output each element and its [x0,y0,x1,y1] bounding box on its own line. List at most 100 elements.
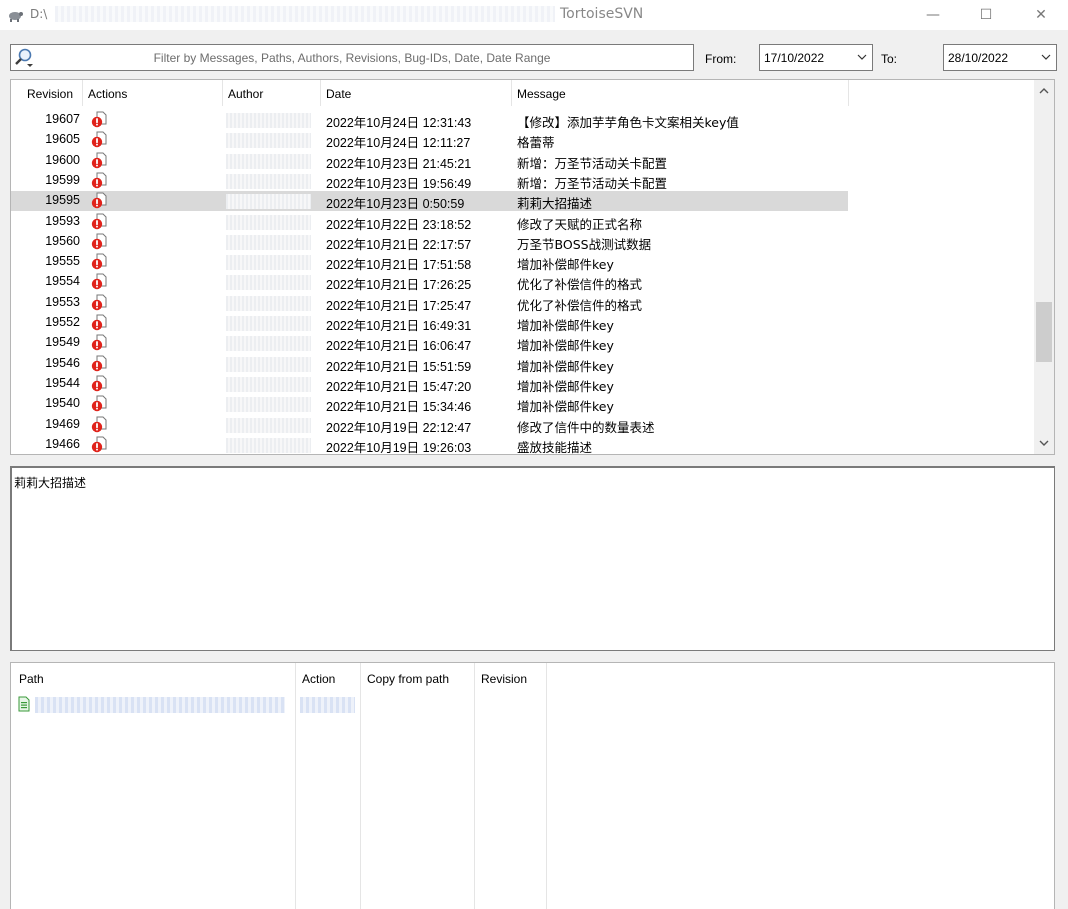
log-scrollbar[interactable] [1034,80,1054,454]
log-row[interactable]: 19600 2022年10月23日 21:45:21 新增：万圣节活动关卡配置 [11,151,1031,171]
row-date: 2022年10月23日 19:56:49 [326,176,472,191]
log-row[interactable]: 19552 2022年10月21日 16:49:31 增加补偿邮件key [11,313,1031,333]
redacted-author [226,417,311,433]
row-message: 增加补偿邮件key [517,358,614,374]
row-revision: 19607 [45,112,80,126]
log-row[interactable]: 19546 2022年10月21日 15:51:59 增加补偿邮件key [11,354,1031,374]
row-revision: 19554 [45,274,80,289]
log-row[interactable]: 19553 2022年10月21日 17:25:47 优化了补偿信件的格式 [11,293,1031,313]
column-revision[interactable]: Revision [11,80,83,106]
redacted-author [226,437,311,453]
log-row[interactable]: 19544 2022年10月21日 15:47:20 增加补偿邮件key [11,374,1031,394]
modified-icon [91,395,107,413]
row-date: 2022年10月24日 12:11:27 [326,136,471,151]
log-row[interactable]: 19560 2022年10月21日 22:17:57 万圣节BOSS战测试数据 [11,232,1031,252]
row-message: 新增：万圣节活动关卡配置 [517,175,668,191]
row-revision: 19593 [45,213,80,228]
redacted-author [226,214,311,230]
arrow-up-icon[interactable] [1034,82,1054,100]
column-actions[interactable]: Actions [83,80,223,106]
row-date: 2022年10月21日 15:51:59 [326,359,472,374]
close-button[interactable]: ✕ [1018,0,1064,30]
log-list[interactable]: Revision Actions Author Date Message 196… [10,79,1055,455]
from-date-picker[interactable]: 17/10/2022 [759,44,873,71]
row-revision: 19466 [45,436,80,451]
log-row[interactable]: 19593 2022年10月22日 23:18:52 修改了天赋的正式名称 [11,212,1031,232]
redacted-path [55,6,555,22]
row-message: 新增：万圣节活动关卡配置 [517,155,668,171]
log-row[interactable]: 19466 2022年10月19日 19:26:03 盛放技能描述 [11,435,1031,455]
to-date-picker[interactable]: 28/10/2022 [943,44,1057,71]
modified-icon [91,131,107,149]
message-pane[interactable]: 莉莉大招描述 [10,466,1055,651]
log-row[interactable]: 19540 2022年10月21日 15:34:46 增加补偿邮件key [11,394,1031,414]
row-date: 2022年10月21日 16:06:47 [326,339,472,354]
log-row[interactable]: 19595 2022年10月23日 0:50:59 莉莉大招描述 [11,191,1031,212]
row-date: 2022年10月21日 17:26:25 [326,278,472,293]
column-date[interactable]: Date [321,80,512,106]
row-revision: 19469 [45,416,80,431]
column-path-revision[interactable]: Revision [481,672,527,686]
row-date: 2022年10月21日 17:51:58 [326,258,472,273]
filter-bar: Filter by Messages, Paths, Authors, Revi… [0,36,1068,76]
column-copy-from-path[interactable]: Copy from path [367,672,449,686]
log-row[interactable]: 19605 2022年10月24日 12:11:27 格蕾蒂 [11,130,1031,150]
minimize-button[interactable]: — [910,0,956,30]
row-message: 优化了补偿信件的格式 [517,297,643,313]
maximize-button[interactable]: ☐ [963,0,1009,30]
redacted-author [226,275,311,291]
from-label: From: [705,52,737,66]
row-message: 修改了天赋的正式名称 [517,216,643,232]
redacted-author [226,295,311,311]
row-revision: 19595 [45,193,80,208]
arrow-down-icon[interactable] [1034,434,1054,452]
redacted-author [226,316,311,331]
scroll-thumb[interactable] [1036,302,1052,362]
row-message: 增加补偿邮件key [517,378,614,394]
filter-input[interactable]: Filter by Messages, Paths, Authors, Revi… [10,44,694,71]
row-date: 2022年10月21日 15:47:20 [326,379,472,394]
row-date: 2022年10月21日 17:25:47 [326,298,472,313]
modified-icon [91,192,107,210]
modified-icon [91,172,107,190]
log-row[interactable]: 19607 2022年10月24日 12:31:43 【修改】添加芋芋角色卡文案相关… [11,110,1031,130]
column-message[interactable]: Message [512,80,849,106]
row-message: 增加补偿邮件key [517,318,614,333]
row-date: 2022年10月23日 21:45:21 [326,156,472,171]
chevron-down-icon[interactable] [1040,51,1052,63]
title-bar: D:\ TortoiseSVN — ☐ ✕ [0,0,1068,30]
column-author[interactable]: Author [223,80,321,106]
path-row[interactable] [11,695,611,715]
row-date: 2022年10月23日 0:50:59 [326,197,465,212]
redacted-author [226,255,311,271]
tortoise-icon [7,8,23,22]
modified-icon [91,416,107,434]
row-revision: 19540 [45,396,80,411]
row-message: 增加补偿邮件key [517,399,614,415]
row-message: 盛放技能描述 [517,439,593,455]
chevron-down-icon[interactable] [856,51,868,63]
log-row[interactable]: 19599 2022年10月23日 19:56:49 新增：万圣节活动关卡配置 [11,171,1031,191]
row-date: 2022年10月21日 15:34:46 [326,400,472,415]
row-date: 2022年10月21日 22:17:57 [326,237,472,252]
column-action[interactable]: Action [302,672,335,686]
modified-icon [91,111,107,129]
changed-paths-list[interactable]: Path Action Copy from path Revision [10,662,1055,909]
log-row[interactable]: 19549 2022年10月21日 16:06:47 增加补偿邮件key [11,333,1031,353]
log-row[interactable]: 19469 2022年10月19日 22:12:47 修改了信件中的数量表述 [11,415,1031,435]
log-row[interactable]: 19555 2022年10月21日 17:51:58 增加补偿邮件key [11,252,1031,272]
modified-icon [91,273,107,291]
column-path[interactable]: Path [19,672,44,686]
row-message: 莉莉大招描述 [517,196,593,212]
row-date: 2022年10月22日 23:18:52 [326,217,472,232]
row-message: 增加补偿邮件key [517,338,614,354]
modified-icon [91,213,107,231]
redacted-author [226,113,311,128]
row-revision: 19555 [45,254,80,269]
log-row[interactable]: 19554 2022年10月21日 17:26:25 优化了补偿信件的格式 [11,272,1031,292]
row-revision: 19605 [45,132,80,147]
row-message: 优化了补偿信件的格式 [517,277,643,293]
redacted-author [226,234,311,250]
row-message: 修改了信件中的数量表述 [517,419,655,435]
window-path: D:\ [30,7,48,21]
